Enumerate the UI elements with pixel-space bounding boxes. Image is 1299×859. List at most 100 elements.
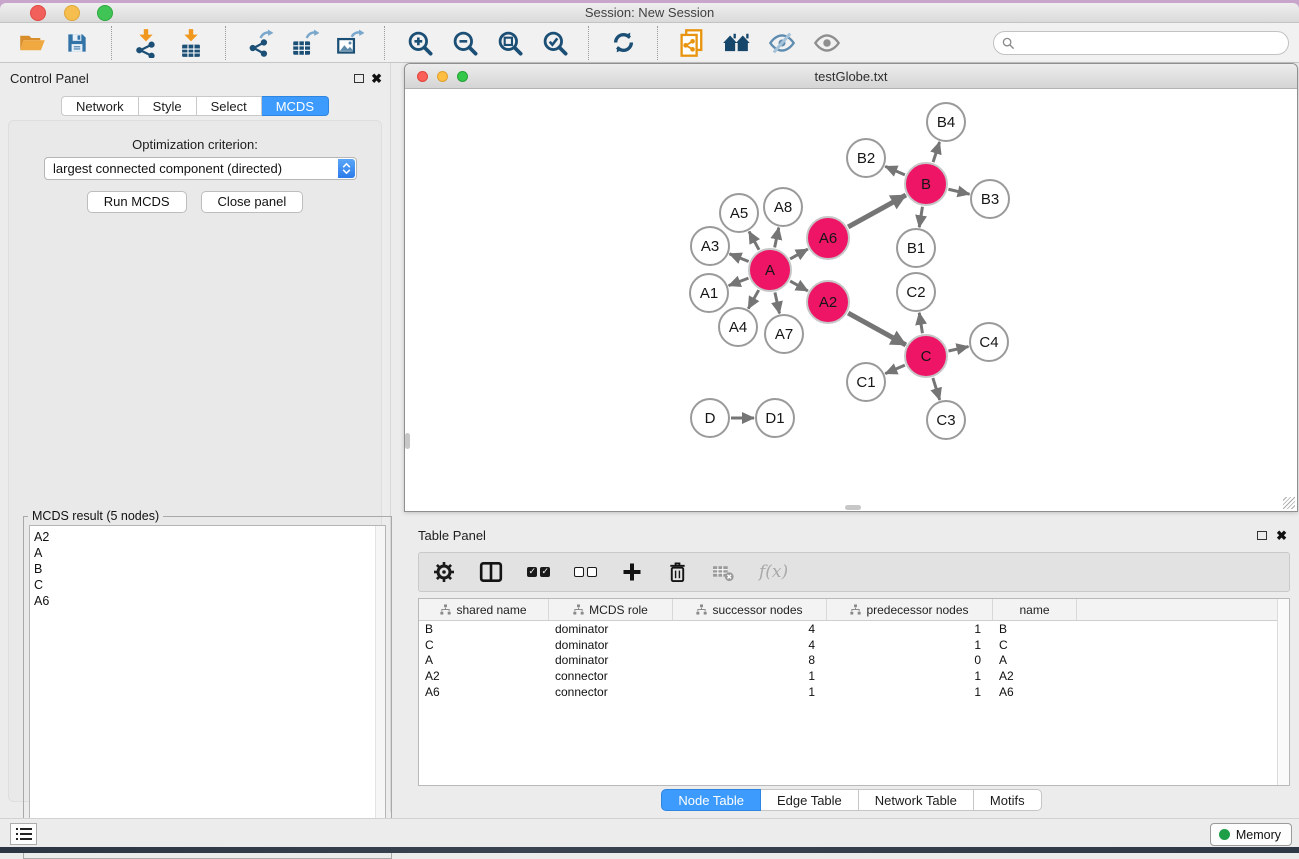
table-scrollbar[interactable] [1277,599,1289,785]
graph-node-C[interactable]: C [905,335,947,377]
memory-button[interactable]: Memory [1210,823,1292,846]
add-icon[interactable] [621,561,643,583]
graph-edge-A2-C[interactable] [848,313,906,345]
close-panel-button[interactable]: Close panel [201,191,304,213]
graph-edge-B-B1[interactable] [919,207,922,228]
graph-node-A8[interactable]: A8 [764,188,802,226]
graph-edge-C-C2[interactable] [919,313,922,334]
graph-node-A7[interactable]: A7 [765,315,803,353]
graph-edge-A-A2[interactable] [790,281,808,291]
eye-slash-icon[interactable] [766,27,798,59]
table-cell[interactable]: A [993,653,1077,667]
graph-node-C3[interactable]: C3 [927,401,965,439]
graph-edge-C-C1[interactable] [885,365,905,374]
graph-node-D1[interactable]: D1 [756,399,794,437]
table-cell[interactable]: dominator [549,638,673,652]
close-table-panel-icon[interactable]: ✖ [1276,528,1287,544]
graph-node-D[interactable]: D [691,399,729,437]
tab-select[interactable]: Select [197,96,262,116]
table-cell[interactable]: A6 [993,685,1077,699]
table-cell[interactable]: 1 [673,669,827,683]
graph-node-B2[interactable]: B2 [847,139,885,177]
folder-open-icon[interactable] [16,27,48,59]
graph-node-C1[interactable]: C1 [847,363,885,401]
zoom-fit-icon[interactable] [493,27,525,59]
table-cell[interactable]: dominator [549,653,673,667]
column-header-shared-name[interactable]: shared name [419,599,549,620]
mcds-result-list[interactable]: A2ABCA6 [29,525,386,852]
graph-edge-C-C4[interactable] [948,347,968,351]
graph-node-A3[interactable]: A3 [691,227,729,265]
column-header-predecessor-nodes[interactable]: predecessor nodes [827,599,993,620]
graph-edge-B-B3[interactable] [948,189,969,194]
float-panel-icon[interactable] [354,74,364,83]
graph-edge-A-A4[interactable] [748,290,758,309]
graph-node-B1[interactable]: B1 [897,229,935,267]
export-network-icon[interactable] [244,27,276,59]
select-all-icon[interactable] [527,567,550,577]
graph-edge-A-A7[interactable] [775,292,780,313]
table-cell[interactable]: B [419,622,549,636]
list-item[interactable]: C [34,577,385,593]
graph-edge-A-A8[interactable] [775,228,779,248]
resize-grip[interactable] [1283,497,1295,509]
table-cell[interactable]: B [993,622,1077,636]
graph-node-C2[interactable]: C2 [897,273,935,311]
result-scrollbar[interactable] [375,526,385,851]
tab-motifs[interactable]: Motifs [974,789,1042,811]
graph-edge-A-A1[interactable] [729,278,749,285]
graph-node-A1[interactable]: A1 [690,274,728,312]
graph-node-A6[interactable]: A6 [807,217,849,259]
refresh-icon[interactable] [607,27,639,59]
zoom-out-icon[interactable] [448,27,480,59]
graph-node-B4[interactable]: B4 [927,103,965,141]
table-cell[interactable]: 1 [827,685,993,699]
graph-edge-C-C3[interactable] [933,378,940,400]
save-icon[interactable] [61,27,93,59]
export-image-icon[interactable] [334,27,366,59]
graph-edge-B-B2[interactable] [885,166,905,175]
graph-edge-A6-B[interactable] [848,195,906,227]
table-cell[interactable]: C [993,638,1077,652]
table-cell[interactable]: 1 [827,638,993,652]
table-cell[interactable]: 1 [673,685,827,699]
task-list-button[interactable] [10,823,37,845]
table-cell[interactable]: A2 [993,669,1077,683]
graph-node-A5[interactable]: A5 [720,194,758,232]
search-input[interactable] [993,31,1289,55]
table-cell[interactable]: 1 [827,622,993,636]
table-row[interactable]: Cdominator41C [419,637,1289,653]
column-header-name[interactable]: name [993,599,1077,620]
criterion-select[interactable]: largest connected component (directed) [44,157,357,180]
columns-icon[interactable] [479,560,503,584]
canvas-vscroll-thumb[interactable] [405,433,410,449]
list-item[interactable]: A6 [34,593,385,609]
graph-node-C4[interactable]: C4 [970,323,1008,361]
table-cell[interactable]: 8 [673,653,827,667]
export-table-icon[interactable] [289,27,321,59]
tab-network[interactable]: Network [61,96,139,116]
float-table-panel-icon[interactable] [1257,531,1267,540]
graph-node-B[interactable]: B [905,163,947,205]
table-cell[interactable]: 4 [673,638,827,652]
table-cell[interactable]: connector [549,685,673,699]
list-item[interactable]: B [34,561,385,577]
tab-network-table[interactable]: Network Table [859,789,974,811]
network-window-titlebar[interactable]: testGlobe.txt [405,64,1297,89]
eye-icon[interactable] [811,27,843,59]
zoom-in-icon[interactable] [403,27,435,59]
table-cell[interactable]: 4 [673,622,827,636]
graph-node-A[interactable]: A [749,249,791,291]
houses-icon[interactable] [721,27,753,59]
column-header-successor-nodes[interactable]: successor nodes [673,599,827,620]
list-item[interactable]: A [34,545,385,561]
canvas-hscroll-thumb[interactable] [845,505,861,510]
zoom-check-icon[interactable] [538,27,570,59]
tab-edge-table[interactable]: Edge Table [761,789,859,811]
table-row[interactable]: A6connector11A6 [419,684,1289,700]
table-row[interactable]: A2connector11A2 [419,668,1289,684]
graph-node-A4[interactable]: A4 [719,308,757,346]
deselect-all-icon[interactable] [574,567,597,577]
table-row[interactable]: Adominator80A [419,653,1289,669]
import-network-icon[interactable] [130,27,162,59]
